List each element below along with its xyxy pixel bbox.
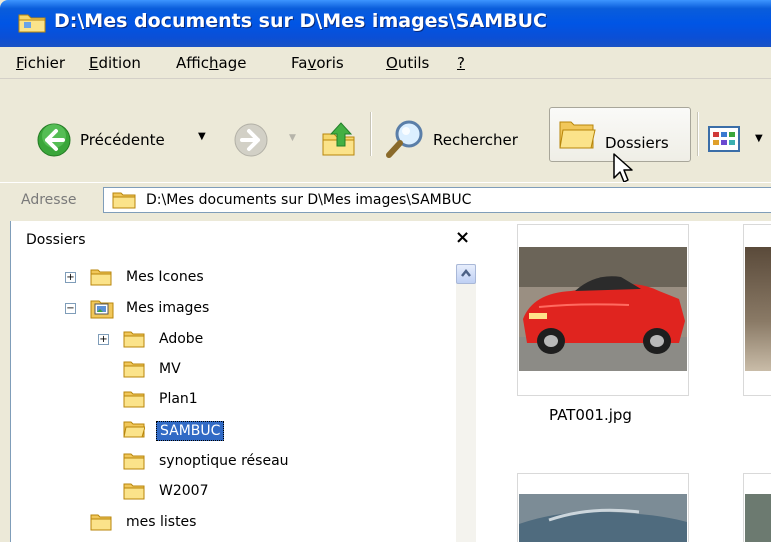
address-label: Adresse (21, 192, 77, 208)
menu-help[interactable]: ? (457, 54, 465, 72)
folder-up-icon[interactable] (320, 120, 358, 158)
thumbnail-partial[interactable] (517, 473, 689, 542)
thumbnail-partial[interactable] (743, 473, 771, 542)
tree-item-sambuc[interactable]: SAMBUC (11, 418, 451, 444)
tree-item-label-selected: SAMBUC (156, 421, 225, 441)
tree-item-label: synoptique réseau (159, 453, 289, 469)
tree-item-plan1[interactable]: Plan1 (11, 388, 451, 414)
folder-icon (559, 121, 596, 149)
folders-button-label: Dossiers (605, 134, 669, 152)
address-bar: Adresse D:\Mes documents sur D\Mes image… (0, 182, 771, 217)
photo-partial (745, 494, 771, 542)
folder-icon (90, 514, 112, 531)
folders-pane: Dossiers × + Mes Icones − Mes images + A… (10, 221, 478, 542)
folder-icon (123, 453, 145, 470)
folder-icon (123, 361, 145, 378)
tree-item-mv[interactable]: MV (11, 358, 451, 384)
menu-affichage[interactable]: Affichage (176, 54, 246, 72)
expand-icon[interactable]: + (65, 272, 76, 283)
collapse-icon[interactable]: − (65, 303, 76, 314)
folder-icon (123, 391, 145, 408)
toolbar-separator (697, 112, 699, 156)
car-photo-partial (519, 494, 687, 542)
forward-arrow-icon[interactable] (233, 122, 269, 158)
tree-item-mes-icones[interactable]: + Mes Icones (11, 266, 451, 292)
folder-icon (123, 483, 145, 500)
folders-pane-header: Dossiers × (11, 221, 478, 257)
menu-bar: Fichier Edition Affichage Favoris Outils… (0, 47, 771, 79)
explorer-window: D:\Mes documents sur D\Mes images\SAMBUC… (0, 0, 771, 542)
thumbnail-pat001[interactable] (517, 224, 689, 396)
tree-item-label: W2007 (159, 483, 209, 499)
expand-icon[interactable]: + (98, 334, 109, 345)
back-button-label[interactable]: Précédente (80, 131, 165, 149)
menu-outils[interactable]: Outils (386, 54, 429, 72)
scroll-up-button[interactable] (456, 264, 476, 284)
thumbnail-label: PAT001.jpg (549, 406, 632, 424)
tree-item-w2007[interactable]: W2007 (11, 480, 451, 506)
folders-scrollbar[interactable] (456, 264, 476, 542)
tree-item-mes-images[interactable]: − Mes images (11, 297, 451, 323)
tree-item-label: Mes images (126, 300, 210, 316)
menu-fichier[interactable]: Fichier (16, 54, 65, 72)
search-icon[interactable] (385, 118, 427, 160)
menu-edition[interactable]: Edition (89, 54, 141, 72)
views-dropdown-arrow[interactable]: ▼ (755, 133, 763, 144)
folder-icon (123, 331, 145, 348)
address-value: D:\Mes documents sur D\Mes images\SAMBUC (146, 192, 472, 208)
tree-item-synoptique-reseau[interactable]: synoptique réseau (11, 450, 451, 476)
red-car-photo (519, 247, 687, 371)
tree-item-label: Adobe (159, 331, 204, 347)
tree-item-label: mes listes (126, 514, 197, 530)
my-pictures-folder-icon (90, 300, 114, 319)
photo-partial (745, 247, 771, 371)
window-title: D:\Mes documents sur D\Mes images\SAMBUC (54, 10, 547, 32)
folder-icon (18, 14, 46, 33)
menu-favoris[interactable]: Favoris (291, 54, 344, 72)
thumbnail-partial[interactable] (743, 224, 771, 396)
folder-icon (90, 269, 112, 286)
views-icon[interactable] (708, 125, 742, 155)
close-icon[interactable]: × (455, 227, 470, 248)
search-button-label[interactable]: Rechercher (433, 131, 518, 149)
tree-item-label: Plan1 (159, 391, 198, 407)
chevron-up-icon (461, 268, 471, 277)
folders-pane-title: Dossiers (26, 232, 86, 248)
tree-item-label: Mes Icones (126, 269, 204, 285)
mouse-cursor-icon (613, 153, 633, 183)
thumbnails-pane: PAT001.jpg (477, 221, 771, 542)
tree-item-mes-listes[interactable]: mes listes (11, 511, 451, 537)
tree-item-adobe[interactable]: + Adobe (11, 328, 451, 354)
open-folder-icon (123, 421, 145, 438)
address-input[interactable]: D:\Mes documents sur D\Mes images\SAMBUC (103, 187, 771, 213)
title-bar[interactable]: D:\Mes documents sur D\Mes images\SAMBUC (0, 0, 771, 47)
tree-item-label: MV (159, 361, 181, 377)
folder-icon (112, 192, 136, 209)
toolbar-separator (370, 112, 372, 156)
forward-dropdown-arrow[interactable]: ▼ (289, 133, 296, 143)
back-dropdown-arrow[interactable]: ▼ (198, 131, 206, 142)
back-arrow-icon[interactable] (36, 122, 72, 158)
